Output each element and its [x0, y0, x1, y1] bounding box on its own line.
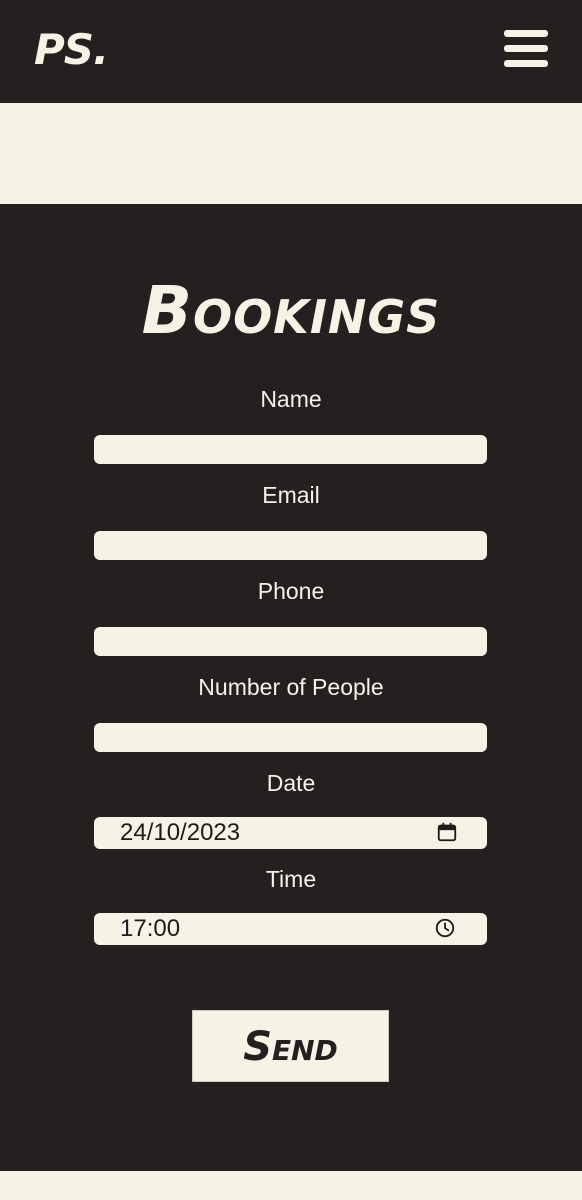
- people-field[interactable]: [94, 723, 487, 752]
- site-logo[interactable]: PS.: [34, 25, 109, 75]
- time-value: 17:00: [120, 915, 181, 942]
- name-field[interactable]: [94, 435, 487, 464]
- site-header: PS.: [0, 0, 582, 103]
- people-label: Number of People: [198, 674, 384, 700]
- send-button[interactable]: Send: [192, 1010, 389, 1082]
- time-label: Time: [265, 866, 317, 892]
- calendar-icon[interactable]: [436, 821, 458, 843]
- menu-bar: [504, 30, 548, 37]
- name-label: Name: [260, 386, 322, 412]
- date-field[interactable]: 24/10/2023: [94, 817, 487, 849]
- time-field[interactable]: 17:00: [94, 913, 487, 945]
- booking-section: Bookings Name Email Phone Number of Peop…: [0, 204, 582, 1171]
- phone-label: Phone: [257, 578, 325, 604]
- hamburger-menu-icon[interactable]: [504, 30, 548, 68]
- menu-bar: [504, 45, 548, 52]
- email-field[interactable]: [94, 531, 487, 560]
- hero-band: [0, 103, 582, 204]
- email-label: Email: [262, 482, 320, 508]
- page-title: Bookings: [141, 272, 441, 349]
- clock-icon[interactable]: [434, 917, 456, 939]
- menu-bar: [504, 60, 548, 67]
- phone-field[interactable]: [94, 627, 487, 656]
- date-label: Date: [266, 770, 316, 796]
- site-footer: [0, 1171, 582, 1200]
- date-value: 24/10/2023: [120, 819, 241, 846]
